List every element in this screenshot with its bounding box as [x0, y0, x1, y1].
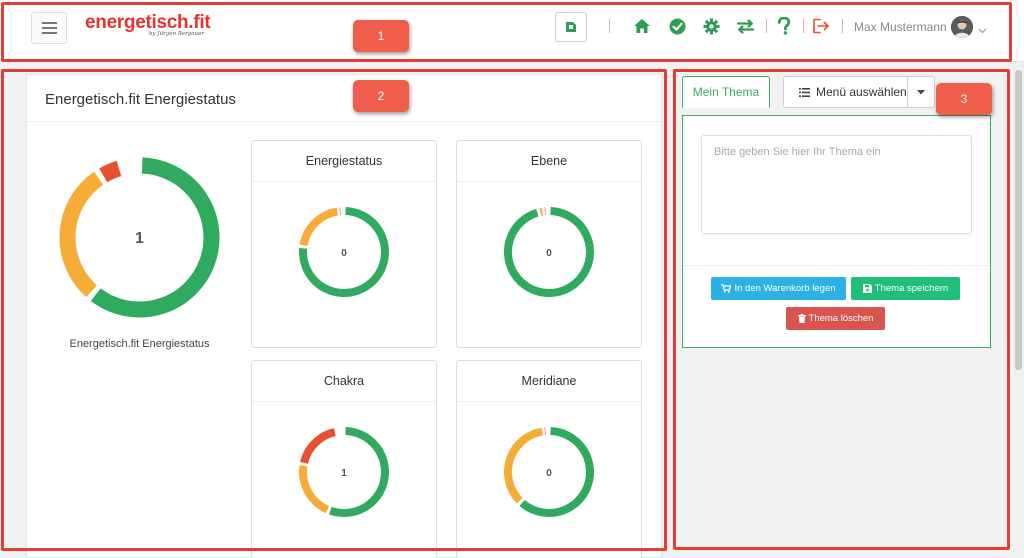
page-scrollbar-thumb[interactable] — [1015, 70, 1022, 370]
annotation-frame-2 — [1, 69, 667, 551]
annotation-badge-1: 1 — [353, 20, 409, 52]
annotation-frame-3 — [673, 69, 1010, 550]
annotation-badge-3: 3 — [936, 83, 992, 115]
annotation-frame-1 — [1, 2, 1012, 62]
annotation-badge-2: 2 — [353, 80, 409, 112]
tab-mein-thema[interactable]: Mein Thema — [682, 76, 770, 108]
